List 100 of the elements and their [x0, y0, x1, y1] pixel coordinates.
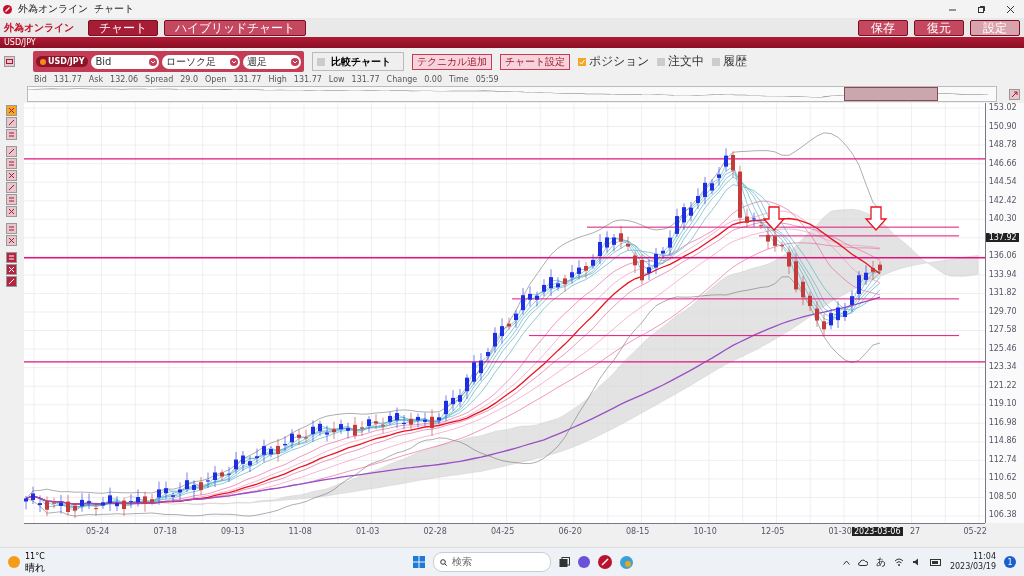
globe-app-icon[interactable]	[620, 555, 633, 569]
navigator-handle[interactable]	[844, 87, 938, 101]
date-axis-label: 02-28	[422, 527, 448, 536]
price-axis-label: 131.82	[987, 288, 1018, 297]
price-axis-label: 129.70	[987, 306, 1018, 316]
cloud-icon[interactable]	[857, 558, 868, 566]
quote-value: 05:59	[475, 74, 499, 84]
caret-icon	[230, 57, 239, 66]
battery-icon[interactable]	[929, 558, 942, 566]
quote-label: Bid	[34, 74, 47, 84]
quote-label: Low	[328, 74, 345, 84]
quote-value: 132.06	[110, 74, 139, 84]
dropdown-select[interactable]: 週足	[243, 54, 302, 69]
date-axis-label: 05-22	[962, 527, 988, 536]
clock-date[interactable]: 2023/03/19	[949, 562, 996, 572]
date-axis-label: 27	[909, 527, 922, 536]
filter-checkbox[interactable]: ポジション	[578, 53, 650, 70]
flag-dot-icon	[40, 58, 46, 65]
date-axis-label: 04-25	[490, 527, 516, 536]
quote-value: 0.00	[424, 74, 443, 84]
temperature-text: 11°C	[25, 551, 45, 562]
notification-badge[interactable]: 1	[1004, 556, 1016, 568]
symbol-chip[interactable]: USD/JPY	[36, 56, 89, 67]
price-axis-label: 121.22	[987, 380, 1018, 390]
horizontal-price-line[interactable]	[758, 235, 960, 237]
date-axis-label: 10-10	[692, 527, 718, 536]
down-arrow-icon	[864, 206, 888, 231]
maximize-icon[interactable]	[978, 5, 985, 13]
quote-value: 131.77	[351, 74, 380, 84]
quote-label: Spread	[145, 74, 174, 84]
caret-icon	[149, 57, 158, 66]
horizontal-price-line[interactable]	[511, 298, 960, 300]
menu-tab[interactable]: チャート	[88, 19, 158, 36]
price-axis-label: 133.94	[987, 269, 1018, 279]
horizontal-price-line[interactable]	[528, 335, 960, 337]
filter-checkbox[interactable]: 履歴	[712, 53, 748, 70]
weather-text: 晴れ	[25, 562, 45, 573]
close-icon[interactable]	[1007, 5, 1014, 13]
quote-value: 131.77	[53, 74, 82, 84]
window-title: チャート	[94, 2, 134, 16]
chart-option-button[interactable]: テクニカル追加	[412, 53, 493, 70]
price-axis-label: 148.78	[987, 140, 1018, 149]
expand-icon[interactable]	[1009, 88, 1020, 100]
quote-label: Open	[205, 74, 227, 84]
caret-icon	[291, 57, 300, 66]
quote-value: 131.77	[233, 74, 262, 84]
quote-label: Change	[386, 74, 418, 84]
date-axis-label: 09-13	[220, 527, 246, 536]
price-axis-label: 146.66	[987, 158, 1018, 168]
price-axis-label: 123.34	[987, 362, 1018, 371]
date-axis-label: 01-03	[355, 527, 381, 536]
date-axis-label: 05-24	[85, 527, 111, 536]
brand-logo: 外為オンライン	[4, 20, 74, 35]
panel-title: USD/JPY	[4, 38, 36, 47]
chart-option-button[interactable]: チャート設定	[500, 53, 571, 70]
sun-icon	[8, 556, 20, 568]
price-axis-label: 110.62	[987, 473, 1018, 482]
windows-start-icon[interactable]	[413, 556, 425, 568]
ime-indicator[interactable]: あ	[875, 555, 886, 569]
link-icon[interactable]	[4, 56, 15, 67]
menu-tab[interactable]: ハイブリッドチャート	[164, 19, 306, 36]
price-axis-label: 127.58	[987, 325, 1018, 334]
dropdown-select[interactable]: Bid	[91, 54, 160, 69]
checkmark-icon	[579, 58, 586, 65]
menu-action-button[interactable]: 復元	[914, 19, 964, 36]
trend-line-icon[interactable]	[6, 146, 18, 157]
quote-label: Time	[449, 74, 469, 84]
quote-label: Ask	[88, 74, 104, 84]
down-arrow-icon	[762, 206, 786, 231]
chart-app-icon[interactable]	[598, 555, 612, 569]
cursor-date-label: 2023-03-06	[852, 527, 903, 536]
wifi-icon[interactable]	[893, 558, 904, 566]
price-axis-label: 150.90	[987, 121, 1018, 131]
chevron-up-icon[interactable]	[842, 559, 850, 565]
price-axis-label: 119.10	[987, 399, 1018, 408]
search-icon	[440, 558, 447, 566]
price-axis-label: 114.86	[987, 436, 1018, 445]
price-axis-label: 108.50	[987, 491, 1018, 501]
clock-time[interactable]: 11:04	[972, 552, 996, 562]
price-axis-label: 112.74	[987, 454, 1018, 464]
price-axis-label: 106.38	[987, 510, 1018, 519]
search-field[interactable]: 検索	[433, 552, 551, 572]
chat-icon[interactable]	[578, 556, 590, 568]
date-axis-label: 06-20	[557, 527, 583, 536]
quote-value: 29.0	[180, 74, 199, 84]
task-view-icon[interactable]	[559, 556, 570, 568]
date-axis-label: 07-18	[152, 527, 178, 536]
dropdown-select[interactable]: ローソク足	[162, 54, 241, 69]
price-axis-label: 116.98	[987, 417, 1018, 427]
compare-chart-button[interactable]: 比較チャート	[312, 52, 405, 71]
quote-value: 131.77	[293, 74, 322, 84]
menu-action-button[interactable]: 保存	[858, 19, 908, 36]
date-axis-label: 08-15	[625, 527, 651, 536]
filter-checkbox[interactable]: 注文中	[657, 53, 705, 70]
price-axis-label: 136.06	[987, 251, 1018, 260]
horizontal-price-line[interactable]	[586, 226, 960, 228]
app-name: 外為オンライン	[18, 2, 88, 16]
price-axis-label: 125.46	[987, 343, 1018, 353]
price-axis-label: 142.42	[987, 195, 1018, 205]
date-axis-label: 11-08	[287, 527, 313, 536]
